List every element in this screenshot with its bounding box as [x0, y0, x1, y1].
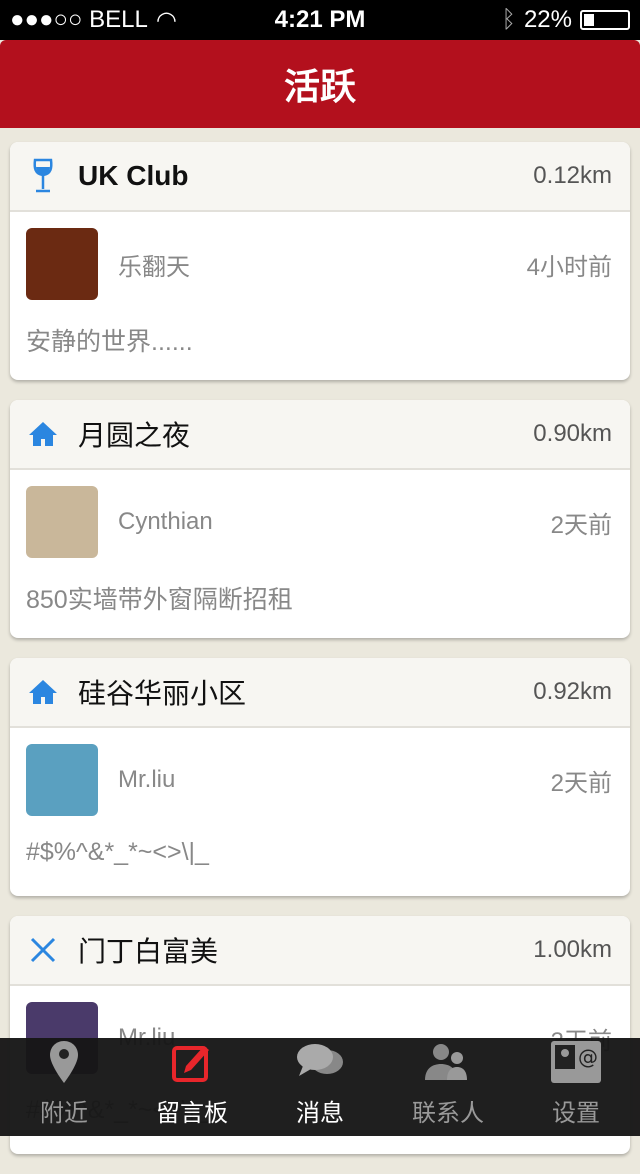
card-header[interactable]: 门丁白富美 1.00km [10, 916, 630, 986]
tab-bar: 附近 留言板 消息 联系人 @ 设置 [0, 1038, 640, 1136]
tab-contacts[interactable]: 联系人 [384, 1038, 512, 1136]
place-name: 月圆之夜 [78, 420, 191, 451]
card-header[interactable]: 月圆之夜 0.90km [10, 400, 630, 470]
contact-card-icon: @ [550, 1038, 602, 1085]
user-name[interactable]: Cynthian [118, 508, 213, 536]
nav-bar: 活跃 [0, 40, 640, 128]
distance: 0.90km [533, 420, 612, 447]
activity-list[interactable]: (function(){ const d=JSON.parse(document… [10, 142, 630, 1174]
fork-knife-icon [26, 933, 60, 967]
tab-messages[interactable]: 消息 [256, 1038, 384, 1136]
wine-glass-icon [26, 158, 60, 193]
battery-icon [580, 10, 630, 30]
house-icon [26, 675, 60, 709]
message-text: 安静的世界...... [26, 328, 193, 356]
status-bar: ●●●○○ BELL ◠ 4:21 PM ᛒ 22% [0, 0, 640, 40]
avatar[interactable] [26, 228, 98, 300]
activity-card[interactable]: UK Club 0.12km 乐翻天 4小时前 安静的世界...... [10, 142, 630, 380]
post-time: 2天前 [550, 769, 612, 797]
clock: 4:21 PM [274, 6, 366, 33]
user-name[interactable]: Mr.liu [118, 766, 175, 794]
place-name: 门丁白富美 [78, 936, 219, 967]
distance: 1.00km [533, 936, 612, 963]
svg-text:@: @ [578, 1045, 598, 1069]
place-name: 硅谷华丽小区 [78, 678, 247, 709]
location-pin-icon [49, 1038, 79, 1085]
post-time: 2天前 [550, 511, 612, 539]
edit-icon [172, 1038, 212, 1085]
chat-bubbles-icon [295, 1038, 345, 1085]
activity-card[interactable]: 月圆之夜 0.90km Cynthian 2天前 850实墙带外窗隔断招租 [10, 400, 630, 638]
avatar[interactable] [26, 486, 98, 558]
distance: 0.92km [533, 678, 612, 705]
house-icon [26, 417, 60, 451]
card-header[interactable]: 硅谷华丽小区 0.92km [10, 658, 630, 728]
tab-nearby[interactable]: 附近 [0, 1038, 128, 1136]
distance: 0.12km [533, 162, 612, 189]
place-name: UK Club [78, 160, 189, 191]
tab-settings[interactable]: @ 设置 [512, 1038, 640, 1136]
tab-message-board[interactable]: 留言板 [128, 1038, 256, 1136]
post-time: 4小时前 [526, 253, 612, 281]
card-header[interactable]: UK Club 0.12km [10, 142, 630, 212]
user-name[interactable]: 乐翻天 [118, 247, 190, 282]
page-title: 活跃 [283, 66, 356, 107]
contacts-icon [423, 1038, 473, 1085]
activity-card[interactable]: 硅谷华丽小区 0.92km Mr.liu 2天前 #$%^&*_*~<>\|_ [10, 658, 630, 896]
avatar[interactable] [26, 744, 98, 816]
message-text: #$%^&*_*~<>\|_ [26, 838, 209, 866]
message-text: 850实墙带外窗隔断招租 [26, 586, 293, 614]
